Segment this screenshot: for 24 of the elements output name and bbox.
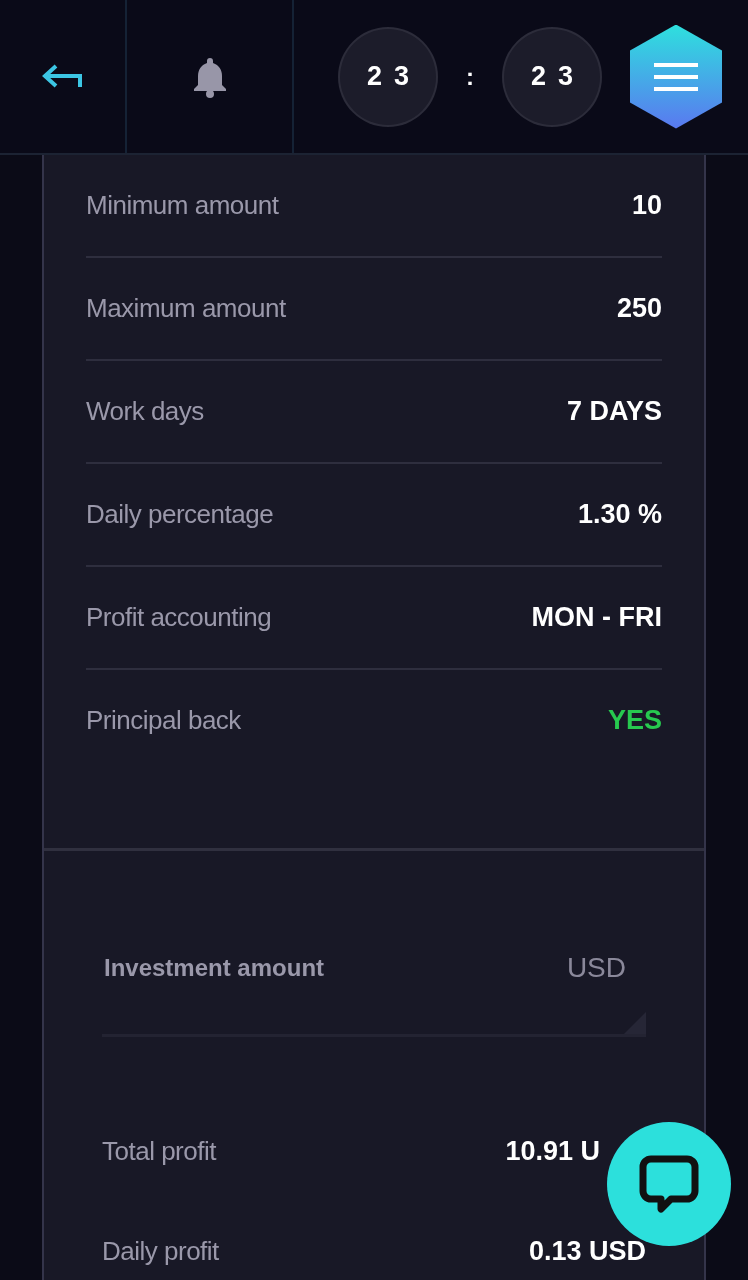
chat-bubble-icon bbox=[639, 1155, 699, 1213]
detail-label: Principal back bbox=[86, 705, 241, 736]
menu-icon bbox=[654, 61, 698, 92]
result-label: Daily profit bbox=[102, 1235, 219, 1267]
detail-value: YES bbox=[607, 705, 662, 736]
investment-amount-field[interactable]: Investment amount bbox=[104, 946, 404, 990]
bell-icon[interactable] bbox=[191, 55, 228, 98]
detail-label: Work days bbox=[86, 396, 204, 427]
countdown-timer: 23 bbox=[504, 28, 600, 125]
detail-label: Profit accounting bbox=[86, 602, 272, 633]
detail-value: 7 DAYS bbox=[566, 396, 662, 427]
detail-value: 10 bbox=[631, 190, 662, 221]
countdown-timer: 23 bbox=[340, 28, 436, 125]
currency-label: USD bbox=[566, 951, 626, 984]
result-value: 10.91 U bbox=[505, 1135, 600, 1167]
detail-label: Daily percentage bbox=[86, 499, 274, 530]
time-separator: : bbox=[465, 62, 475, 91]
detail-label: Maximum amount bbox=[86, 293, 286, 324]
result-label: Total profit bbox=[102, 1135, 216, 1167]
detail-value: MON - FRI bbox=[531, 602, 662, 633]
detail-label: Minimum amount bbox=[86, 190, 279, 221]
detail-value: 1.30 % bbox=[577, 499, 662, 530]
result-value: 0.13 USD bbox=[528, 1235, 646, 1267]
detail-value: 250 bbox=[616, 293, 662, 324]
